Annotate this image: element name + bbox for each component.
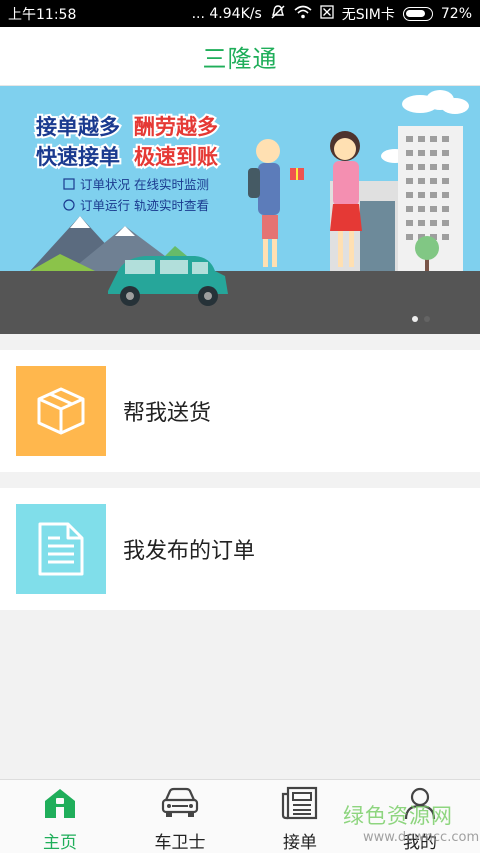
my-orders-label: 我发布的订单 — [123, 539, 256, 564]
app-header: 三隆通 — [0, 27, 480, 86]
send-goods-button[interactable]: 帮我送货 — [0, 350, 480, 472]
tab-accept-orders[interactable]: 接单 — [240, 780, 360, 853]
mute-icon — [270, 4, 286, 24]
send-goods-label: 帮我送货 — [123, 401, 212, 426]
newspaper-icon — [281, 786, 319, 824]
banner-illustration: 接单越多 酬劳越多 快速接单 极速到账 订单状况 在线实时监测 订单运行 轨迹实… — [0, 86, 480, 334]
tab-profile[interactable]: 我的 — [360, 780, 480, 853]
banner-slogan-2b: 极速到账 — [134, 145, 218, 169]
car-icon — [160, 786, 200, 824]
tab-accept-orders-label: 接单 — [283, 833, 317, 853]
banner-slogan-1b: 酬劳越多 — [134, 115, 218, 139]
bottom-tab-bar: 主页 车卫士 接单 我的 — [0, 779, 480, 853]
wifi-icon — [294, 5, 312, 23]
tab-home-label: 主页 — [43, 833, 77, 853]
page-title: 三隆通 — [202, 44, 278, 73]
my-orders-button[interactable]: 我发布的订单 — [0, 488, 480, 610]
battery-icon — [402, 6, 433, 21]
status-time: 上午11:58 — [8, 6, 77, 23]
carousel-dot — [424, 316, 430, 322]
status-bar: 上午11:58 ... 4.94K/s 无SIM卡 72% — [0, 0, 480, 27]
banner-feature-1: 订单状况 在线实时监测 — [80, 177, 209, 192]
promo-banner[interactable]: 接单越多 酬劳越多 快速接单 极速到账 订单状况 在线实时监测 订单运行 轨迹实… — [0, 86, 480, 334]
home-icon — [42, 786, 78, 824]
document-icon — [16, 504, 106, 594]
no-sim-icon — [320, 4, 334, 23]
banner-slogan-2a: 快速接单 — [36, 145, 120, 169]
tab-home[interactable]: 主页 — [0, 780, 120, 853]
network-speed: ... 4.94K/s — [191, 5, 262, 22]
carousel-dot — [412, 316, 418, 322]
carousel-indicator — [412, 316, 430, 322]
package-icon — [16, 366, 106, 456]
banner-slogan-1a: 接单越多 — [36, 115, 120, 139]
tab-profile-label: 我的 — [403, 833, 437, 853]
person-icon — [402, 786, 438, 824]
banner-feature-2: 订单运行 轨迹实时查看 — [80, 198, 209, 213]
tab-car-guard-label: 车卫士 — [154, 833, 206, 853]
status-indicators: ... 4.94K/s 无SIM卡 72% — [192, 4, 472, 24]
sim-status: 无SIM卡 — [341, 6, 395, 23]
battery-level: 72% — [440, 5, 472, 22]
tab-car-guard[interactable]: 车卫士 — [120, 780, 240, 853]
